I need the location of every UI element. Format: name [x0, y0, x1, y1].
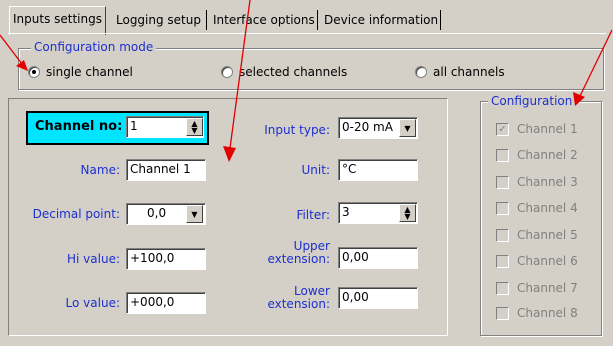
annotation-arrows — [0, 0, 613, 162]
arrow-to-single-channel — [0, 34, 23, 65]
arrow-to-input-fields — [229, 0, 251, 149]
arrowhead-icon — [573, 92, 585, 106]
arrowhead-icon — [223, 146, 236, 162]
arrowhead-icon — [16, 60, 28, 71]
arrow-to-configuration — [579, 29, 613, 97]
